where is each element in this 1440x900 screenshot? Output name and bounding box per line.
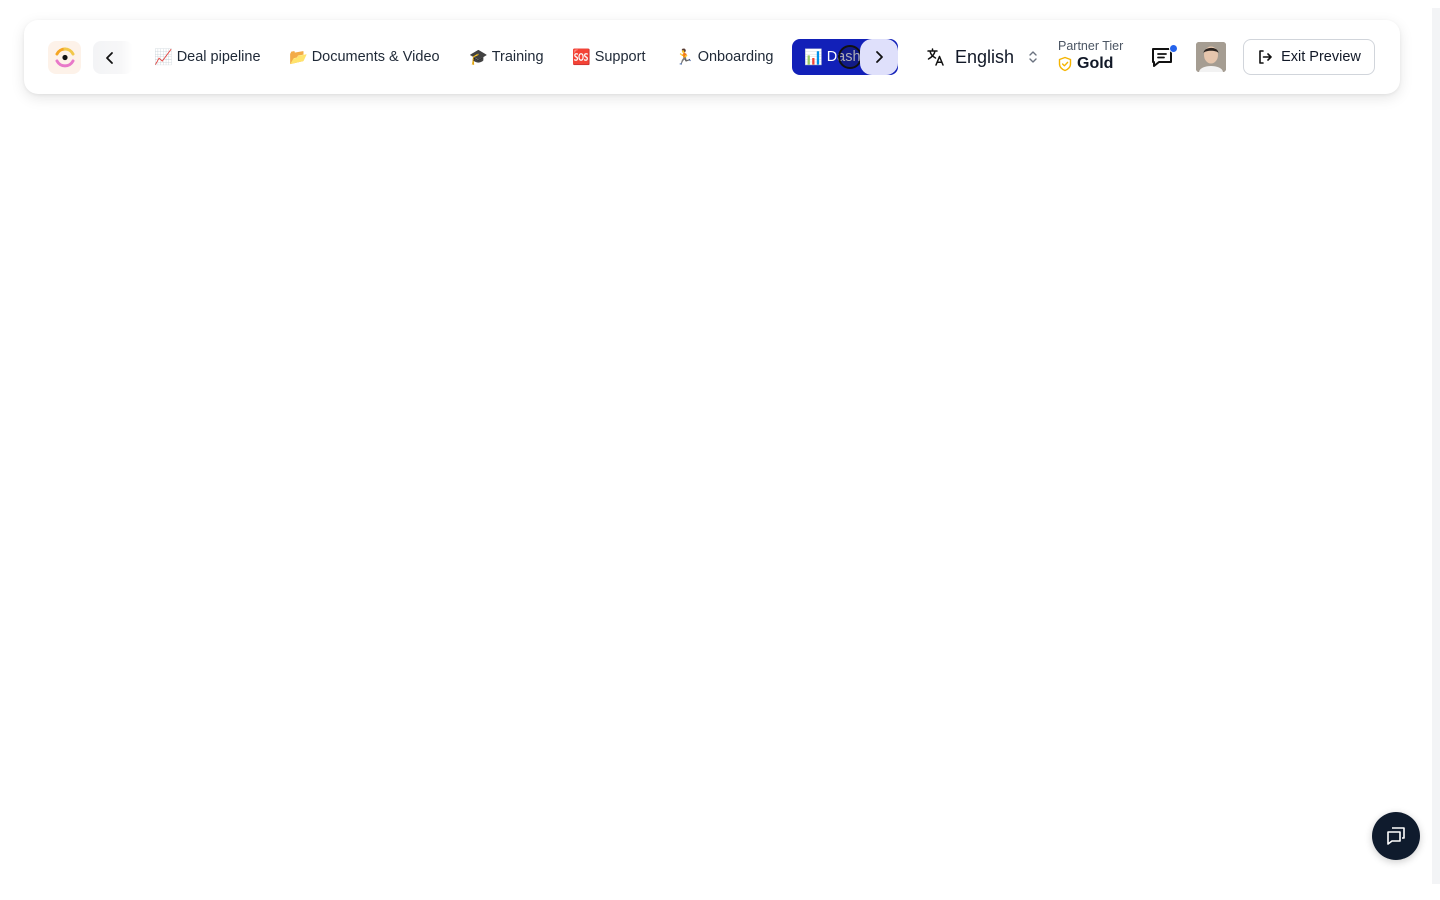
chevron-left-icon: [106, 51, 113, 64]
nav-item-training[interactable]: 🎓 Training: [469, 46, 544, 68]
chevron-right-icon: [876, 51, 883, 63]
graduation-cap-emoji-icon: 🎓: [469, 48, 488, 66]
chevron-up-down-icon: [1029, 51, 1037, 63]
partner-tier-label: Partner Tier: [1058, 39, 1124, 53]
sos-emoji-icon: 🆘: [572, 48, 591, 66]
scroll-right-button[interactable]: [860, 39, 898, 75]
language-value: English: [955, 46, 1015, 67]
language-selector[interactable]: English: [926, 44, 1039, 70]
logout-icon: [1259, 50, 1272, 64]
avatar-photo-icon: [1196, 42, 1226, 72]
bar-chart-emoji-icon: 📊: [804, 49, 823, 66]
messages-button[interactable]: [1150, 44, 1178, 71]
chart-increasing-emoji-icon: 📈: [154, 48, 173, 66]
nav-item-label: Documents & Video: [311, 49, 440, 65]
top-navigation-bar: 📈 Deal pipeline 📂 Documents & Video 🎓 Tr…: [24, 20, 1400, 94]
partner-tier-value: Gold: [1077, 55, 1114, 72]
page-scrollbar[interactable]: [1432, 8, 1440, 884]
runner-emoji-icon: 🏃: [675, 48, 694, 66]
nav-item-label: Onboarding: [697, 49, 774, 65]
chat-icon: [1387, 827, 1405, 845]
notification-dot: [1169, 44, 1178, 53]
exit-preview-button[interactable]: Exit Preview: [1243, 39, 1375, 75]
nav-item-support[interactable]: 🆘 Support: [572, 46, 645, 68]
nav-item-onboarding[interactable]: 🏃 Onboarding: [675, 46, 773, 68]
scroll-left-button[interactable]: [93, 41, 133, 74]
shield-check-icon: [1058, 56, 1072, 72]
logo-icon: [55, 47, 74, 67]
folder-emoji-icon: 📂: [289, 48, 308, 66]
nav-item-documents-video[interactable]: 📂 Documents & Video: [289, 46, 440, 68]
loading-cursor-icon: [838, 45, 862, 69]
partner-tier-value-row: Gold: [1058, 55, 1123, 73]
nav-item-label: Deal pipeline: [176, 49, 261, 65]
nav-item-label: Support: [594, 49, 646, 65]
user-avatar[interactable]: [1196, 42, 1226, 72]
chat-support-button[interactable]: [1372, 812, 1420, 860]
nav-item-label: Training: [491, 49, 544, 65]
translate-icon: [927, 48, 944, 66]
nav-item-deal-pipeline[interactable]: 📈 Deal pipeline: [154, 46, 261, 68]
partner-tier: Partner Tier Gold: [1058, 39, 1123, 73]
exit-preview-label: Exit Preview: [1281, 49, 1361, 65]
brand-logo[interactable]: [48, 41, 81, 74]
